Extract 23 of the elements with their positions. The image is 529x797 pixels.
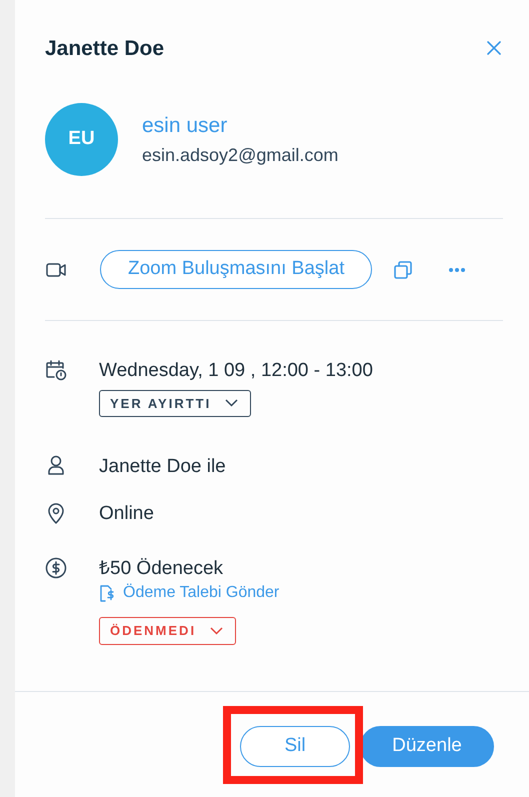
calendar-clock-icon (45, 358, 67, 381)
more-options-icon[interactable] (449, 268, 466, 272)
customer-name-link[interactable]: esin user (142, 110, 338, 142)
detail-text: Online (99, 502, 154, 526)
delete-button[interactable]: Sil (240, 726, 350, 767)
copy-icon[interactable] (394, 260, 412, 279)
chevron-down-icon (210, 626, 224, 635)
detail-text: Janette Doe ile (99, 455, 226, 480)
customer-email: esin.adsoy2@gmail.com (142, 144, 338, 167)
panel-title: Janette Doe (45, 36, 164, 62)
status-dropdown[interactable]: ÖDENMEDI (99, 617, 236, 645)
detail-text: ₺50 Ödenecek (99, 556, 224, 581)
video-camera-icon (45, 262, 67, 278)
invoice-dollar-icon (99, 584, 115, 602)
close-icon[interactable] (487, 40, 503, 57)
start-zoom-meeting-button[interactable]: Zoom Buluşmasını Başlat (100, 250, 372, 289)
status-dropdown[interactable]: YER AYIRTTI (99, 390, 252, 418)
dollar-circle-icon (45, 556, 67, 579)
avatar: EU (45, 103, 118, 176)
chevron-down-icon (225, 399, 238, 408)
detail-text: Wednesday, 1 09 , 12:00 - 13:00 (99, 358, 373, 383)
edit-button[interactable]: Düzenle (360, 726, 494, 767)
payment-request-link[interactable]: Ödeme Talebi Gönder (99, 581, 280, 606)
